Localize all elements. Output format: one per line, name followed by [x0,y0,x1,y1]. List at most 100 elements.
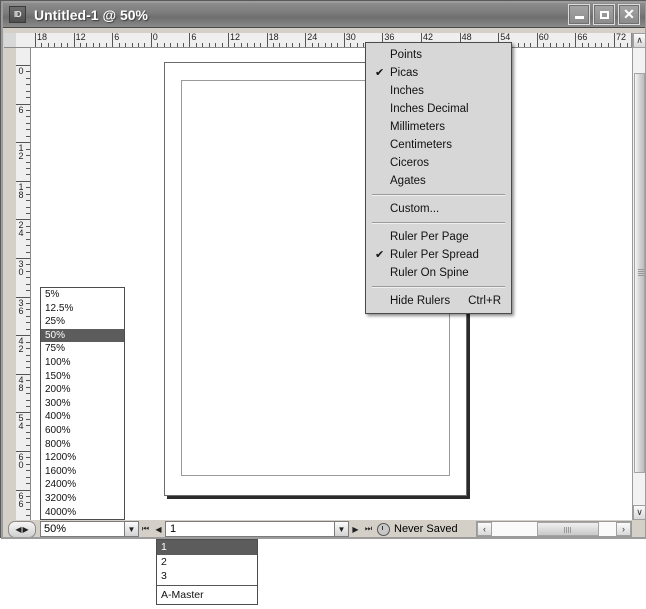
ruler-label: 54 [17,414,25,430]
menu-item-label: Ciceros [390,157,429,169]
ruler-minor-tick [569,43,570,47]
menu-item[interactable]: Centimeters [366,136,511,154]
ruler-minor-tick [106,43,107,47]
ruler-units-context-menu[interactable]: Points✔PicasInchesInches DecimalMillimet… [365,42,512,314]
zoom-option-item[interactable]: 200% [41,383,124,397]
page-selector-dropdown-list[interactable]: 123 A-Master [156,539,258,605]
ruler-minor-tick [357,43,358,47]
vertical-scroll-thumb[interactable] [634,73,645,473]
ruler-label: 0 [151,33,158,42]
horizontal-scroll-track[interactable] [492,522,616,536]
horizontal-scroll-thumb[interactable] [537,522,599,536]
menu-separator [372,222,505,224]
menu-item[interactable]: Ciceros [366,154,511,172]
previous-page-button[interactable]: ◀ [152,521,165,537]
page-dropdown-button[interactable]: ▼ [334,521,349,537]
window-title: Untitled-1 @ 50% [34,7,148,23]
scroll-left-button[interactable]: ‹ [477,522,492,536]
ruler-minor-tick [26,515,30,516]
ruler-minor-tick [582,43,583,47]
menu-item[interactable]: Ruler Per Page [366,228,511,246]
menu-item[interactable]: Ruler On Spine [366,264,511,282]
menu-item-label: Centimeters [390,139,452,151]
zoom-option-item[interactable]: 2400% [41,478,124,492]
zoom-option-item[interactable]: 4000% [41,506,124,520]
menu-item[interactable]: Hide RulersCtrl+R [366,292,511,310]
ruler-minor-tick [125,43,126,47]
zoom-option-item[interactable]: 800% [41,438,124,452]
page-number-input[interactable]: 1 [165,521,335,537]
menu-item[interactable]: Inches [366,82,511,100]
ruler-minor-tick [254,43,255,47]
menu-item[interactable]: Millimeters [366,118,511,136]
ruler-minor-tick [26,194,30,195]
page-option-item[interactable]: 3 [157,569,257,584]
maximize-button[interactable] [593,4,615,25]
master-page-option-item[interactable]: A-Master [157,587,257,604]
menu-item[interactable]: ✔ Ruler Per Spread [366,246,511,264]
spread-toggle-control[interactable]: ◀ ▶ [8,521,36,538]
ruler-minor-tick [26,303,30,304]
zoom-option-item[interactable]: 50% [41,329,124,343]
zoom-option-item[interactable]: 100% [41,356,124,370]
close-icon: ✕ [623,7,635,21]
zoom-option-item[interactable]: 25% [41,315,124,329]
zoom-option-item[interactable]: 400% [41,410,124,424]
page-option-item[interactable]: 1 [157,540,257,555]
scroll-up-button[interactable]: ∧ [633,33,646,48]
ruler-minor-tick [99,43,100,47]
ruler-minor-tick [26,316,30,317]
ruler-label: 6 [17,106,25,114]
ruler-minor-tick [164,43,165,47]
ruler-minor-tick [26,400,30,401]
page-option-item[interactable]: 2 [157,555,257,570]
checkmark-icon: ✔ [375,246,384,264]
vertical-scrollbar[interactable]: ∧ ∨ [632,33,646,520]
ruler-minor-tick [530,43,531,47]
zoom-level-input[interactable]: 50% [40,521,125,537]
menu-item-label: Ruler Per Spread [390,249,479,261]
indesign-app-icon: ID [9,6,26,23]
zoom-option-item[interactable]: 150% [41,370,124,384]
ruler-minor-tick [26,174,30,175]
menu-item-label: Hide Rulers [390,295,450,307]
close-button[interactable]: ✕ [618,4,640,25]
ruler-minor-tick [26,129,30,130]
zoom-option-item[interactable]: 12.5% [41,302,124,316]
zoom-option-item[interactable]: 300% [41,397,124,411]
zoom-option-item[interactable]: 1200% [41,451,124,465]
menu-item[interactable]: Agates [366,172,511,190]
ruler-minor-tick [543,43,544,47]
last-page-button[interactable]: ⏭ [362,521,375,537]
menu-separator [372,286,505,288]
vertical-ruler[interactable]: 0612182430364248546066 [16,48,31,520]
menu-item[interactable]: Inches Decimal [366,100,511,118]
ruler-minor-tick [350,43,351,47]
ruler-minor-tick [286,43,287,47]
clock-icon [377,523,390,536]
next-page-button[interactable]: ▶ [349,521,362,537]
zoom-level-dropdown-list[interactable]: 5%12.5%25%50%75%100%150%200%300%400%600%… [40,287,125,520]
ruler-minor-tick [26,207,30,208]
ruler-minor-tick [273,43,274,47]
ruler-minor-tick [26,509,30,510]
zoom-option-item[interactable]: 3200% [41,492,124,506]
zoom-option-item[interactable]: 75% [41,342,124,356]
ruler-minor-tick [26,239,30,240]
scroll-right-button[interactable]: › [616,522,631,536]
zoom-option-item[interactable]: 600% [41,424,124,438]
minimize-button[interactable] [568,4,590,25]
menu-item[interactable]: Custom... [366,200,511,218]
zoom-dropdown-button[interactable]: ▼ [124,521,139,537]
ruler-label: 18 [17,183,25,199]
horizontal-scrollbar[interactable]: ‹ › [476,521,632,537]
ruler-minor-tick [26,226,30,227]
scroll-down-button[interactable]: ∨ [633,505,646,520]
first-page-button[interactable]: ⏮ [139,521,152,537]
zoom-option-item[interactable]: 1600% [41,465,124,479]
menu-item[interactable]: ✔Picas [366,64,511,82]
zoom-option-item[interactable]: 5% [41,288,124,302]
ruler-label: 42 [17,337,25,353]
horizontal-ruler[interactable]: 18126061218243036424854606672 [16,33,632,48]
menu-item[interactable]: Points [366,46,511,64]
